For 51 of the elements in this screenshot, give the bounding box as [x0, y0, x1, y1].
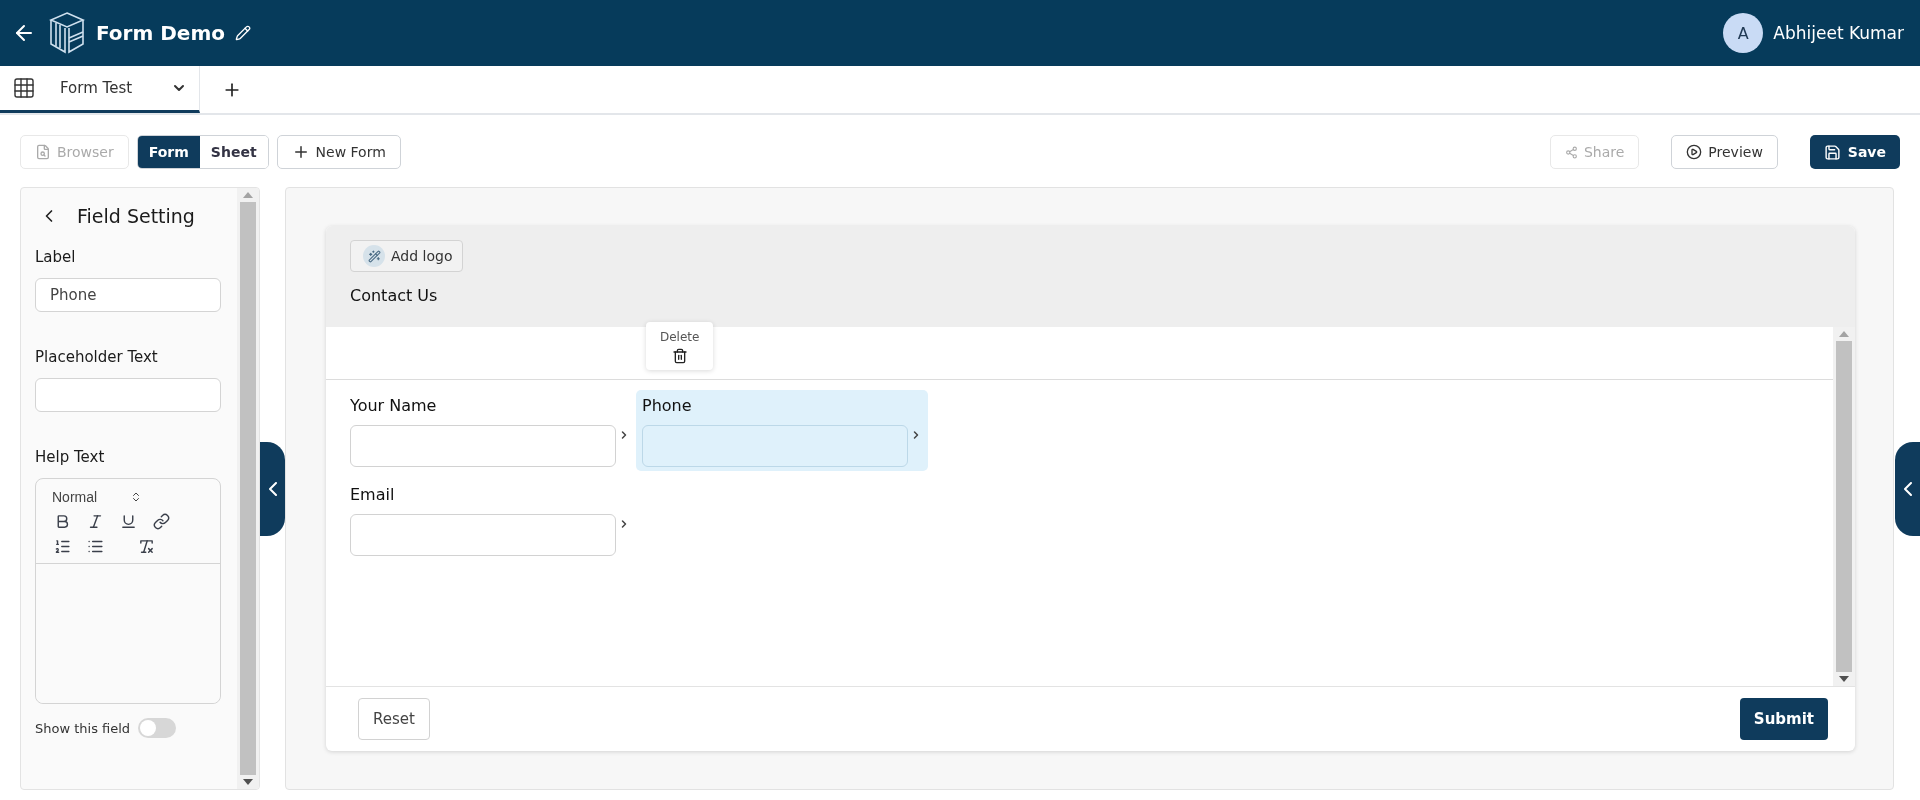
- field-label: Your Name: [350, 396, 438, 415]
- scroll-down-icon[interactable]: [243, 779, 253, 785]
- field-label: Phone: [642, 396, 693, 415]
- trash-can-drawing: [671, 348, 688, 364]
- scroll-down-icon[interactable]: [1839, 676, 1849, 682]
- scrollbar[interactable]: [1833, 327, 1855, 686]
- user-avatar[interactable]: A: [1723, 13, 1764, 53]
- scrollbar[interactable]: [237, 188, 259, 789]
- trash-icon[interactable]: [671, 348, 688, 364]
- form-field[interactable]: Email: [344, 479, 636, 560]
- user-name: Abhijeet Kumar: [1773, 23, 1904, 43]
- add-logo-button[interactable]: Add logo: [350, 240, 464, 272]
- label-input[interactable]: Phone: [35, 278, 221, 312]
- play-circle-icon: [1686, 144, 1703, 160]
- field-input[interactable]: [642, 425, 908, 467]
- preview-button[interactable]: Preview: [1671, 135, 1778, 169]
- scrollbar-thumb[interactable]: [240, 202, 256, 775]
- field-input[interactable]: [350, 425, 616, 467]
- share-icon: [1564, 145, 1578, 159]
- placeholder-input[interactable]: [35, 378, 221, 412]
- submit-button[interactable]: Submit: [1739, 698, 1828, 740]
- document-search-icon: [35, 144, 51, 160]
- app-title: Form Demo: [96, 21, 225, 45]
- show-field-label: Show this field: [35, 720, 131, 736]
- collapse-panel-button[interactable]: [1895, 441, 1920, 536]
- help-text-caption: Help Text: [35, 448, 106, 466]
- show-field-toggle[interactable]: [138, 718, 177, 738]
- cube-logo-icon: [48, 11, 86, 55]
- scrollbar-thumb[interactable]: [1836, 341, 1852, 672]
- field-label: Email: [350, 485, 396, 504]
- save-button[interactable]: Save: [1809, 135, 1900, 169]
- tooltip-text: Delete: [660, 330, 700, 344]
- collapse-panel-button[interactable]: [260, 441, 285, 536]
- table-grid-icon: [12, 76, 36, 100]
- chevron-left-icon: [268, 481, 277, 496]
- magic-wand-icon: [367, 249, 381, 263]
- link-icon[interactable]: [151, 511, 172, 532]
- field-input[interactable]: [350, 514, 616, 556]
- form-title: Contact Us: [350, 286, 438, 305]
- reset-button[interactable]: Reset: [358, 698, 430, 740]
- up-down-icon: [130, 491, 142, 503]
- format-select[interactable]: Normal: [52, 487, 142, 507]
- new-form-button[interactable]: New Form: [276, 135, 401, 169]
- form-field[interactable]: Your Name: [344, 390, 636, 471]
- pencil-icon: [235, 25, 251, 41]
- view-toggle-button[interactable]: Form: [137, 136, 200, 168]
- label-caption: Label: [35, 248, 77, 266]
- panel-title: Field Setting: [77, 205, 195, 227]
- sheet-tab[interactable]: Form Test: [0, 66, 200, 113]
- placeholder-caption: Placeholder Text: [35, 348, 159, 366]
- chevron-left-icon: [1903, 481, 1912, 496]
